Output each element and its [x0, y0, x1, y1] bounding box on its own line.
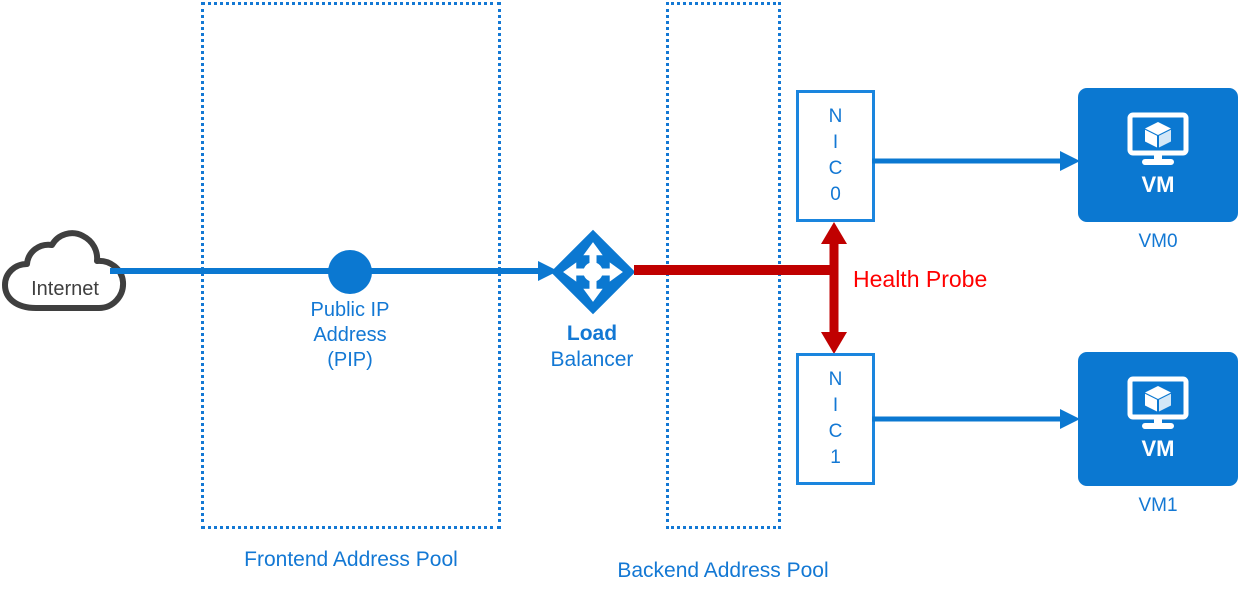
vm1-tile: VM: [1078, 352, 1238, 486]
internet-label: Internet: [31, 278, 99, 300]
backend-address-pool-label: Backend Address Pool: [617, 559, 829, 582]
nic0-letter-2: C: [828, 158, 843, 179]
nic0-box: N I C 0: [796, 90, 875, 222]
nic1-letters: N I C 1: [829, 367, 843, 471]
vm1-caption: VM1: [1138, 495, 1178, 516]
health-probe-horizontal-line: [634, 265, 834, 275]
public-ip-line-3: (PIP): [327, 349, 373, 371]
diagram-canvas: Frontend Address Pool Backend Address Po…: [0, 0, 1241, 602]
circle-node-icon: [328, 250, 372, 294]
nic0-letter-1: I: [832, 132, 839, 153]
public-ip-label-group: Public IP Address (PIP): [250, 298, 450, 373]
public-ip-node: [327, 249, 373, 295]
nic0-letter-3: 0: [830, 184, 841, 205]
load-balancer-diamond-icon: [550, 229, 636, 315]
vm0-tile-label: VM: [1141, 172, 1175, 197]
nic0-to-vm0-connector: [872, 149, 1082, 173]
health-probe-vertical-arrow: [818, 222, 850, 354]
vm0-caption: VM0: [1138, 231, 1178, 252]
vm1-tile-label: VM: [1141, 436, 1175, 461]
nic1-to-vm1-connector: [872, 407, 1082, 431]
load-balancer-label-group: Load Balancer: [492, 321, 692, 373]
load-balancer-line-1: Load: [566, 322, 618, 345]
nic1-letter-1: I: [832, 395, 839, 416]
frontend-address-pool-label: Frontend Address Pool: [244, 548, 458, 571]
public-ip-line-2: Address: [313, 324, 387, 346]
vm0-tile: VM: [1078, 88, 1238, 222]
nic1-letter-3: 1: [830, 447, 841, 468]
monitor-cube-icon: [1127, 376, 1189, 429]
public-ip-line-1: Public IP: [310, 299, 390, 321]
monitor-cube-icon: [1127, 112, 1189, 165]
health-probe-label: Health Probe: [853, 266, 988, 292]
nic1-letter-2: C: [828, 421, 843, 442]
nic0-letters: N I C 0: [829, 104, 843, 208]
load-balancer-node: [549, 228, 637, 316]
nic1-box: N I C 1: [796, 353, 875, 485]
nic0-letter-0: N: [828, 106, 843, 127]
nic1-letter-0: N: [828, 369, 843, 390]
load-balancer-line-2: Balancer: [550, 348, 634, 371]
